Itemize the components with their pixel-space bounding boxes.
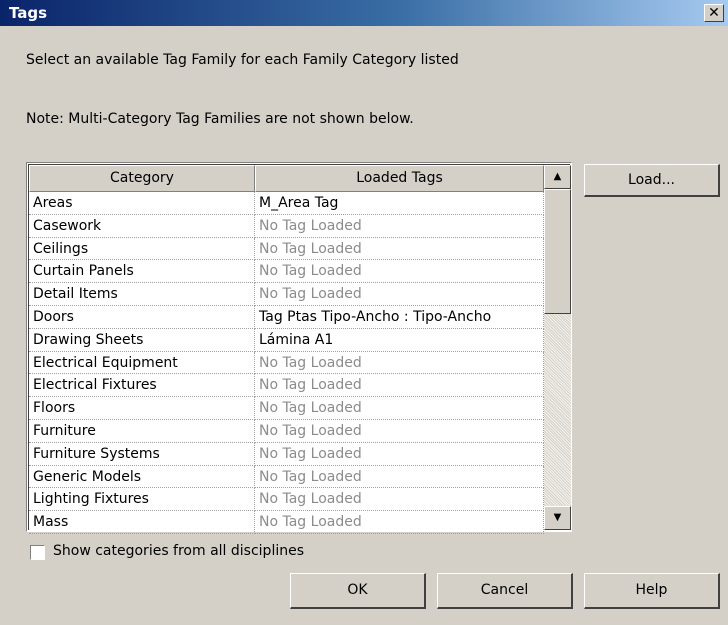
- loaded-tag-cell[interactable]: M_Area Tag: [255, 192, 544, 215]
- help-button[interactable]: Help: [584, 573, 720, 609]
- close-button[interactable]: ✕: [704, 4, 724, 22]
- loaded-tag-cell[interactable]: Lámina A1: [255, 328, 544, 352]
- scroll-up-button[interactable]: ▲: [544, 165, 571, 189]
- category-cell: Detail Items: [29, 283, 255, 306]
- close-icon: ✕: [708, 5, 720, 21]
- table-row[interactable]: Detail Items No Tag Loaded: [29, 283, 544, 306]
- category-cell: Lighting Fixtures: [29, 488, 255, 512]
- table-row[interactable]: Generic Models No Tag Loaded: [29, 465, 544, 489]
- table-row[interactable]: Ceilings No Tag Loaded: [29, 237, 544, 261]
- cancel-button[interactable]: Cancel: [437, 573, 573, 609]
- scroll-thumb[interactable]: [544, 189, 571, 314]
- table-row[interactable]: Electrical Equipment No Tag Loaded: [29, 351, 544, 375]
- column-header-category[interactable]: Category: [29, 165, 255, 192]
- triangle-up-icon: ▲: [553, 171, 562, 182]
- table-row[interactable]: Areas M_Area Tag: [29, 192, 544, 215]
- category-cell: Doors: [29, 305, 255, 329]
- ok-button[interactable]: OK: [290, 573, 426, 609]
- category-cell: Electrical Fixtures: [29, 374, 255, 398]
- category-cell: Areas: [29, 192, 255, 215]
- window-title: Tags: [9, 4, 48, 22]
- table-row[interactable]: Furniture No Tag Loaded: [29, 419, 544, 443]
- title-bar[interactable]: Tags ✕: [0, 0, 728, 26]
- loaded-tag-cell[interactable]: No Tag Loaded: [255, 465, 544, 489]
- loaded-tag-cell[interactable]: No Tag Loaded: [255, 442, 544, 466]
- loaded-tag-cell[interactable]: No Tag Loaded: [255, 351, 544, 375]
- category-cell: Generic Models: [29, 465, 255, 489]
- table-row[interactable]: Furniture Systems No Tag Loaded: [29, 442, 544, 466]
- table-row[interactable]: Curtain Panels No Tag Loaded: [29, 260, 544, 284]
- loaded-tag-cell[interactable]: No Tag Loaded: [255, 260, 544, 284]
- table-row[interactable]: Floors No Tag Loaded: [29, 397, 544, 420]
- category-cell: Furniture Systems: [29, 442, 255, 466]
- table-row[interactable]: Lighting Fixtures No Tag Loaded: [29, 488, 544, 512]
- vertical-scrollbar[interactable]: ▲ ▼: [544, 165, 571, 530]
- loaded-tag-cell[interactable]: Tag Ptas Tipo-Ancho : Tipo-Ancho: [255, 305, 544, 329]
- category-cell: Ceilings: [29, 237, 255, 261]
- loaded-tag-cell[interactable]: No Tag Loaded: [255, 488, 544, 512]
- table-body: Areas M_Area Tag Casework No Tag Loaded Ceil…: [29, 192, 544, 534]
- tag-table: Category Loaded Tags Areas M_Area Tag Case…: [26, 162, 572, 534]
- table-row[interactable]: Mass No Tag Loaded: [29, 511, 544, 534]
- show-all-disciplines-label[interactable]: Show categories from all disciplines: [53, 543, 304, 559]
- table-header: Category Loaded Tags: [29, 165, 544, 192]
- instructions-text: Select an available Tag Family for each …: [26, 52, 459, 68]
- table-row[interactable]: Drawing Sheets Lámina A1: [29, 328, 544, 352]
- category-cell: Floors: [29, 397, 255, 420]
- loaded-tag-cell[interactable]: No Tag Loaded: [255, 511, 544, 534]
- category-cell: Furniture: [29, 419, 255, 443]
- column-header-loaded-tags[interactable]: Loaded Tags: [255, 165, 544, 192]
- show-all-disciplines-checkbox[interactable]: [30, 545, 45, 560]
- table-row[interactable]: Doors Tag Ptas Tipo-Ancho : Tipo-Ancho: [29, 305, 544, 329]
- category-cell: Casework: [29, 214, 255, 238]
- loaded-tag-cell[interactable]: No Tag Loaded: [255, 374, 544, 398]
- category-cell: Mass: [29, 511, 255, 534]
- loaded-tag-cell[interactable]: No Tag Loaded: [255, 237, 544, 261]
- loaded-tag-cell[interactable]: No Tag Loaded: [255, 214, 544, 238]
- scroll-down-button[interactable]: ▼: [544, 506, 571, 530]
- loaded-tag-cell[interactable]: No Tag Loaded: [255, 283, 544, 306]
- table-row[interactable]: Casework No Tag Loaded: [29, 214, 544, 238]
- category-cell: Electrical Equipment: [29, 351, 255, 375]
- category-cell: Drawing Sheets: [29, 328, 255, 352]
- triangle-down-icon: ▼: [553, 512, 562, 523]
- category-cell: Curtain Panels: [29, 260, 255, 284]
- loaded-tag-cell[interactable]: No Tag Loaded: [255, 419, 544, 443]
- loaded-tag-cell[interactable]: No Tag Loaded: [255, 397, 544, 420]
- load-button[interactable]: Load...: [584, 164, 720, 197]
- note-text: Note: Multi-Category Tag Families are no…: [26, 111, 414, 127]
- table-row[interactable]: Electrical Fixtures No Tag Loaded: [29, 374, 544, 398]
